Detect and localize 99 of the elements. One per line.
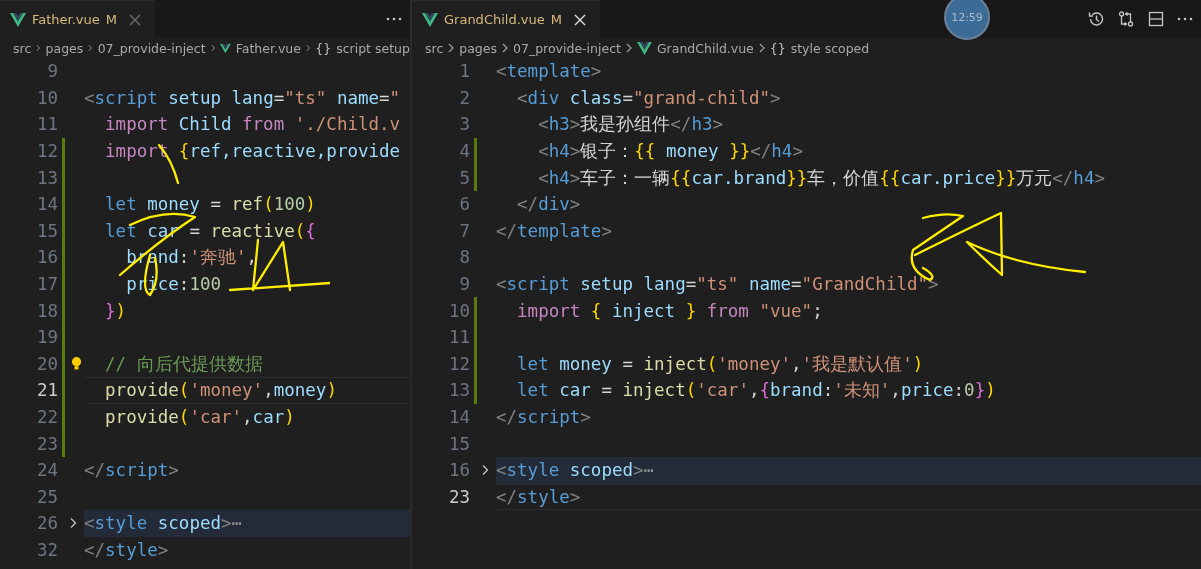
code-line: </template> xyxy=(496,220,612,241)
breadcrumb-item[interactable]: 07_provide-inject xyxy=(513,40,621,56)
line-number: 25 xyxy=(35,486,58,507)
more-icon[interactable] xyxy=(1177,17,1193,21)
code-line: </style> xyxy=(84,540,169,560)
code-line: // 向后代提供数据 xyxy=(104,352,263,376)
code-line: <script setup lang="ts" name="GrandChild"> xyxy=(496,274,939,295)
chevron-icon[interactable] xyxy=(481,464,489,477)
split-editor-icon[interactable] xyxy=(1147,10,1165,28)
line-number: 3 xyxy=(458,114,470,135)
code-line: let money = inject('money','我是默认值') xyxy=(516,352,924,376)
line-number: 9 xyxy=(46,61,58,82)
chevron-icon xyxy=(36,43,41,53)
code-line: <style scoped>⋯ xyxy=(84,513,243,534)
chevron-icon[interactable] xyxy=(69,517,77,530)
breadcrumb-item[interactable]: src xyxy=(425,40,444,56)
code-line: <h4>银子：{{ money }}</h4> xyxy=(537,140,803,164)
lightbulb-icon[interactable] xyxy=(71,355,82,371)
line-number: 16 xyxy=(447,460,470,481)
line-number: 19 xyxy=(35,327,58,348)
line-number: 8 xyxy=(458,247,470,268)
code-line: let car = reactive({ xyxy=(104,220,316,241)
line-number: 22 xyxy=(35,407,58,427)
line-number: 23 xyxy=(35,433,58,454)
vue-logo-icon xyxy=(422,12,438,27)
line-number: 20 xyxy=(35,353,58,374)
line-number: 16 xyxy=(35,247,58,268)
modified-indicator: M xyxy=(105,12,118,27)
vue-logo-icon xyxy=(219,41,231,55)
chevron-icon xyxy=(305,43,311,53)
chevron-icon xyxy=(210,43,215,53)
more-icon[interactable] xyxy=(386,17,402,21)
chevron-icon xyxy=(88,43,93,53)
line-number: 10 xyxy=(35,87,58,108)
breadcrumb-item[interactable]: pages xyxy=(459,40,497,56)
line-number: 18 xyxy=(35,300,58,321)
code-line: <h4>车子：一辆{{car.brand}}车，价值{{car.price}}万元</h4> xyxy=(537,166,1105,190)
vue-logo-icon xyxy=(10,12,26,27)
code-line: </script> xyxy=(84,460,179,481)
line-number: 9 xyxy=(458,274,470,295)
line-number: 4 xyxy=(458,141,470,162)
file-name: GrandChild.vue xyxy=(444,12,545,27)
line-number: 15 xyxy=(35,220,58,241)
history-icon[interactable] xyxy=(1087,10,1105,28)
breadcrumb-item[interactable]: pages xyxy=(45,40,84,56)
line-number: 15 xyxy=(447,433,470,454)
line-number: 7 xyxy=(458,220,470,241)
line-number: 11 xyxy=(447,327,470,348)
code-line: let money = ref(100) xyxy=(104,194,316,215)
code-line: <script setup lang="ts" name=" xyxy=(84,87,401,108)
chevron-icon xyxy=(625,43,632,53)
line-number: 26 xyxy=(35,513,58,534)
code-line: import Child from './Child.v xyxy=(104,114,401,135)
code-line: provide('car',car) xyxy=(104,407,295,427)
editor-tab[interactable]: GrandChild.vue M xyxy=(412,0,600,38)
code-line: <style scoped>⋯ xyxy=(496,460,655,481)
breadcrumb-item[interactable]: style scoped xyxy=(790,40,870,56)
chevron-icon xyxy=(448,43,455,53)
line-number: 2 xyxy=(458,87,470,108)
line-number: 32 xyxy=(35,540,58,560)
line-number: 12 xyxy=(447,353,470,374)
line-number: 21 xyxy=(35,380,58,401)
line-number: 17 xyxy=(35,274,58,295)
code-line: </script> xyxy=(496,407,591,427)
code-line: </div> xyxy=(516,194,581,215)
breadcrumb-item[interactable]: GrandChild.vue xyxy=(656,40,754,56)
line-number: 13 xyxy=(35,167,58,188)
braces-icon: {} xyxy=(769,40,786,56)
line-number: 14 xyxy=(35,194,58,215)
code-line: let car = inject('car',{brand:'未知',price:0}) xyxy=(516,379,996,403)
file-name: Father.vue xyxy=(32,12,100,27)
breadcrumb-item[interactable]: src xyxy=(13,40,32,56)
line-number: 13 xyxy=(447,380,470,401)
line-number: 5 xyxy=(458,167,470,188)
line-number: 12 xyxy=(35,141,58,162)
line-number: 10 xyxy=(447,300,470,321)
vue-logo-icon xyxy=(636,41,652,55)
code-line: <template> xyxy=(496,61,602,82)
line-number: 6 xyxy=(458,194,470,215)
breadcrumb-item[interactable]: script setup xyxy=(336,40,410,56)
modified-indicator: M xyxy=(550,12,562,27)
code-line: import { inject } from "vue"; xyxy=(516,300,823,321)
braces-icon: {} xyxy=(315,40,332,56)
chevron-icon xyxy=(758,43,765,53)
editor-tab[interactable]: Father.vue M xyxy=(0,0,156,38)
chevron-icon xyxy=(502,43,508,53)
code-line: }) xyxy=(104,300,127,321)
line-number: 14 xyxy=(447,407,470,427)
line-number: 23 xyxy=(447,486,470,507)
compare-changes-icon[interactable] xyxy=(1117,10,1135,28)
line-number: 1 xyxy=(458,61,470,82)
code-line: provide('money',money) xyxy=(104,380,337,401)
breadcrumb-item[interactable]: Father.vue xyxy=(235,40,301,56)
line-number: 24 xyxy=(35,460,58,481)
line-number: 11 xyxy=(35,114,58,135)
breadcrumb-item[interactable]: 07_provide-inject xyxy=(97,40,206,56)
code-line: </style> xyxy=(496,486,581,507)
code-line: <div class="grand-child"> xyxy=(516,87,781,108)
code-line: <h3>我是孙组件</h3> xyxy=(537,113,723,137)
